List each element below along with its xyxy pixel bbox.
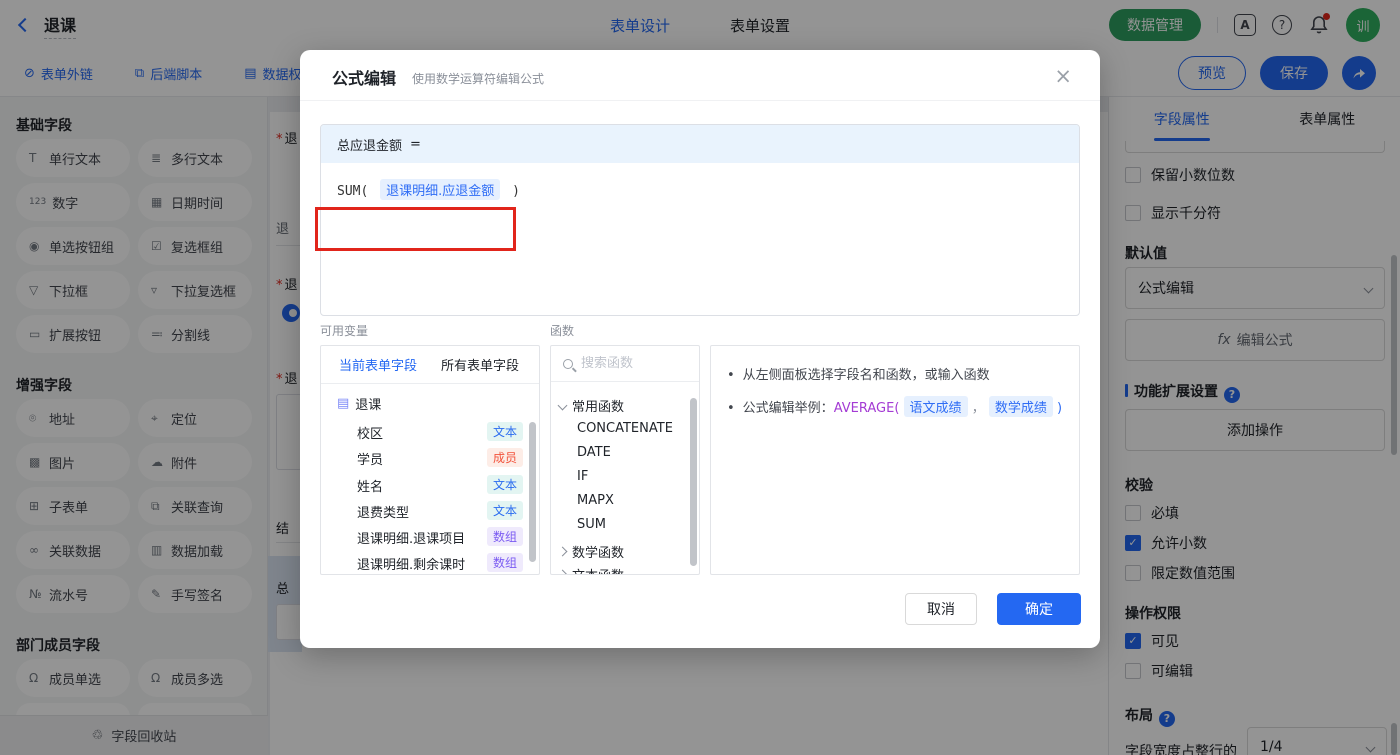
function-group-math[interactable]: 数学函数 <box>557 542 625 561</box>
functions-panel: 常用函数 CONCATENATE DATE IF MAPX SUM 数学函数 文… <box>550 345 700 575</box>
scrollbar-thumb[interactable] <box>690 398 697 566</box>
formula-input-area[interactable]: SUM( 退课明细.应退金额 ) <box>315 163 1079 315</box>
tip-example: 公式编辑举例：AVERAGE( 语文成绩 ， 数学成绩 ) <box>743 396 1062 417</box>
function-item[interactable]: CONCATENATE <box>577 421 673 436</box>
tip-line-1: • 从左侧面板选择字段名和函数，或输入函数 <box>727 364 1063 383</box>
confirm-button[interactable]: 确定 <box>997 593 1081 625</box>
divider <box>300 100 1100 101</box>
close-paren: ) <box>1057 401 1063 416</box>
formula-target-bar: 总应退金额 = <box>321 125 1079 163</box>
example-prefix: 公式编辑举例： <box>742 401 834 416</box>
tab-current-form-fields[interactable]: 当前表单字段 <box>339 355 417 374</box>
function-group-common[interactable]: 常用函数 <box>557 396 625 415</box>
variables-panel: 当前表单字段 所有表单字段 ▤ 退课 校区 文本 学员 成员 姓名 文本 退费类型 文本… <box>320 345 540 575</box>
tip-text: 从左侧面板选择字段名和函数，或输入函数 <box>742 368 990 383</box>
function-item[interactable]: IF <box>577 469 588 484</box>
function-item[interactable]: SUM <box>577 517 606 532</box>
equals-sign: = <box>410 136 421 152</box>
function-item[interactable]: MAPX <box>577 493 614 508</box>
root-label: 退课 <box>355 398 382 413</box>
document-icon: ▤ <box>337 396 350 411</box>
variable-tree-root[interactable]: ▤ 退课 <box>337 394 381 413</box>
search-input[interactable] <box>581 356 671 371</box>
function-group-text[interactable]: 文本函数 <box>557 565 624 574</box>
chevron-right-icon <box>557 546 568 557</box>
cancel-button[interactable]: 取消 <box>905 593 977 625</box>
variable-item[interactable]: 退费类型 <box>357 502 409 521</box>
type-badge: 文本 <box>486 501 523 520</box>
group-label: 数学函数 <box>572 546 625 561</box>
example-chip: 语文成绩 <box>903 396 968 417</box>
formula-target-field: 总应退金额 <box>337 138 403 154</box>
formula-editor: 总应退金额 = SUM( 退课明细.应退金额 ) <box>315 124 1080 316</box>
formula-field-chip[interactable]: 退课明细.应退金额 <box>380 179 501 200</box>
tip-line-2: • 公式编辑举例：AVERAGE( 语文成绩 ， 数学成绩 ) <box>727 396 1063 417</box>
function-item[interactable]: DATE <box>577 445 611 460</box>
variable-item[interactable]: 校区 <box>357 423 383 442</box>
type-badge: 文本 <box>486 422 523 441</box>
formula-function-open: SUM( <box>337 184 369 199</box>
type-badge: 成员 <box>486 448 523 467</box>
search-icon <box>563 358 573 369</box>
variable-item[interactable]: 姓名 <box>357 476 383 495</box>
type-badge: 文本 <box>486 475 523 494</box>
tab-all-form-fields[interactable]: 所有表单字段 <box>441 355 519 374</box>
type-badge: 数组 <box>486 527 523 546</box>
variable-item[interactable]: 退课明细.退课项目 <box>357 528 465 547</box>
modal-subtitle: 使用数学运算符编辑公式 <box>412 72 545 86</box>
annotation-red-rectangle <box>315 207 516 251</box>
chevron-down-icon <box>557 400 568 411</box>
scrollbar-thumb[interactable] <box>529 422 536 562</box>
variables-tabs: 当前表单字段 所有表单字段 <box>321 346 539 384</box>
bullet: • <box>727 401 735 416</box>
example-chip: 数学成绩 <box>988 396 1053 417</box>
variable-item[interactable]: 退课明细.剩余课时 <box>357 554 465 573</box>
comma: ， <box>971 401 985 416</box>
modal-title: 公式编辑 <box>332 69 397 88</box>
function-search <box>551 346 699 382</box>
group-label: 文本函数 <box>572 565 624 574</box>
close-icon[interactable]: × <box>1054 64 1072 88</box>
type-badge: 数组 <box>486 553 523 572</box>
bullet: • <box>727 368 735 383</box>
chevron-right-icon <box>557 569 568 574</box>
variable-item[interactable]: 学员 <box>357 449 383 468</box>
group-label: 常用函数 <box>572 400 625 415</box>
variables-label: 可用变量 <box>320 324 369 338</box>
formula-function-close: ) <box>512 184 520 199</box>
functions-label: 函数 <box>550 324 575 338</box>
example-function: AVERAGE( <box>833 401 900 416</box>
formula-editor-modal: 公式编辑 使用数学运算符编辑公式 × 总应退金额 = SUM( 退课明细.应退金… <box>300 50 1100 648</box>
tips-panel: • 从左侧面板选择字段名和函数，或输入函数 • 公式编辑举例：AVERAGE( … <box>710 345 1080 575</box>
